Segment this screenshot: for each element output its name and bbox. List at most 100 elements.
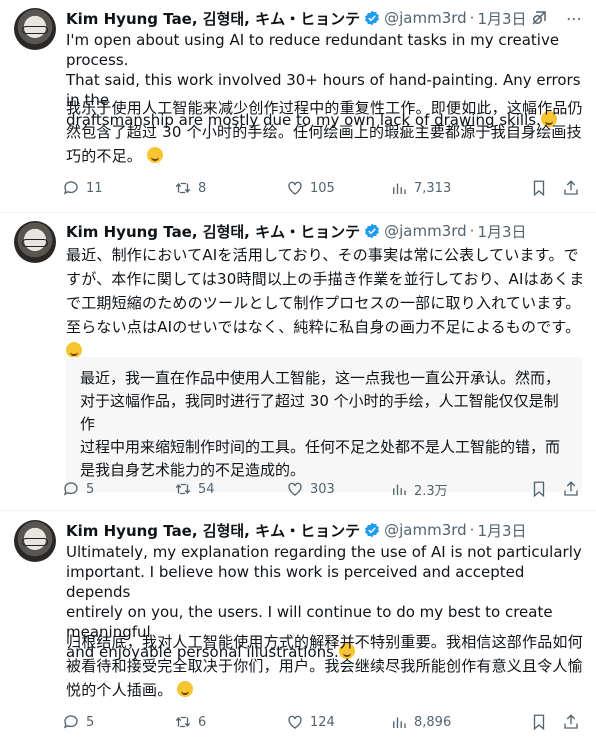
reply-icon [63,715,78,729]
verified-icon [365,522,380,538]
repost-button[interactable]: 8 [174,179,206,197]
view-count: 7,313 [414,180,452,196]
author-name[interactable]: Kim Hyung Tae, 김형태, キム・ヒョンテ [66,221,360,242]
text-line: 过程中用来缩短制作时间的工具。任何不足之处都不是人工智能的错，而 [80,438,561,456]
avatar[interactable] [14,8,56,50]
text-line: 然包含了超过 30 个小时的手绘。任何绘画上的瑕疵主要都源于我自身绘画技 [66,123,582,141]
tweet-actions: 11 8 105 7,313 [62,178,582,198]
text-line: 最近，我一直在作品中使用人工智能，这一点我也一直公开承认。然而， [80,369,561,387]
text-line: 被看待和接受完全取决于你们，用户。我会继续尽我所能创作有意义且令人愉 [66,657,583,675]
like-button[interactable]: 124 [286,713,335,731]
heart-icon [288,482,302,496]
views-icon [393,717,406,728]
heart-icon [288,181,302,195]
like-count: 105 [310,180,335,196]
tweet-header-icons: ⋯ [530,8,582,28]
smile-emoji-icon [66,342,82,358]
text-line: すが、本作に関しては30時間以上の手描き作業を並行しており、AIはあくま [66,270,585,288]
smile-emoji-icon [146,147,163,163]
share-button[interactable] [562,480,580,498]
text-line: 对于这幅作品，我同时进行了超过 30 个小时的手绘，人工智能仅仅是制作 [80,392,559,433]
view-count: 2.3万 [414,483,448,499]
author-name[interactable]: Kim Hyung Tae, 김형태, キム・ヒョンテ [66,520,360,541]
grok-icon[interactable] [530,9,548,27]
like-button[interactable]: 105 [286,179,335,197]
tweet-text: 最近、制作においてAIを活用しており、その事実は常に公表しています。で すが、本… [66,243,586,363]
text-line: で工期短縮のためのツールとして制作プロセスの一部に取り入れています。 [66,294,581,312]
bookmark-button[interactable] [530,713,548,731]
tweet[interactable]: Kim Hyung Tae, 김형태, キム・ヒョンテ @jamm3rd · 1… [0,512,596,741]
verified-icon [365,223,380,239]
reply-button[interactable]: 11 [62,179,103,197]
reply-icon [63,482,78,496]
separator-dot: · [469,9,475,27]
laugh-emoji-icon [177,681,194,697]
tweet-date[interactable]: 1月3日 [477,221,526,242]
author-handle[interactable]: @jamm3rd [384,9,467,27]
separator-dot: · [469,222,475,240]
bookmark-icon [533,180,545,197]
tweet-date[interactable]: 1月3日 [477,520,526,541]
text-line: 归根结底，我对人工智能使用方式的解释并不特别重要。我相信这部作品如何 [66,633,583,651]
more-icon[interactable]: ⋯ [566,9,582,28]
repost-icon [175,182,191,194]
author-name[interactable]: Kim Hyung Tae, 김형태, キム・ヒョンテ [66,8,360,29]
tweet-actions: 5 6 124 8,896 [62,712,582,732]
tweet-header: Kim Hyung Tae, 김형태, キム・ヒョンテ @jamm3rd · 1… [66,221,527,241]
views-button[interactable]: 8,896 [390,713,451,731]
bookmark-button[interactable] [530,179,548,197]
tweet-header: Kim Hyung Tae, 김형태, キム・ヒョンテ @jamm3rd · 1… [66,520,527,540]
like-button[interactable]: 303 [286,480,335,498]
reply-icon [63,181,78,195]
repost-button[interactable]: 54 [174,480,215,498]
like-count: 124 [310,714,335,730]
bookmark-button[interactable] [530,480,548,498]
tweet[interactable]: Kim Hyung Tae, 김형태, キム・ヒョンテ @jamm3rd · 1… [0,213,596,503]
tweet-date[interactable]: 1月3日 [477,8,526,29]
reply-button[interactable]: 5 [62,713,94,731]
reply-count: 5 [86,714,95,730]
verified-icon [365,10,380,26]
author-handle[interactable]: @jamm3rd [384,222,467,240]
text-line: 我乐于使用人工智能来减少创作过程中的重复性工作。即便如此，这幅作品仍 [66,99,583,117]
text-line: 巧的不足。 [66,144,586,168]
avatar[interactable] [14,520,56,562]
translation-box: 最近，我一直在作品中使用人工智能，这一点我也一直公开承认。然而， 对于这幅作品，… [66,357,582,492]
avatar[interactable] [14,221,56,263]
share-button[interactable] [562,179,580,197]
text-line: 至らない点はAIのせいではなく、純粋に私自身の画力不足によるものです。 [66,315,586,363]
bookmark-icon [533,714,545,731]
repost-count: 8 [198,180,207,196]
tweet-actions: 5 54 303 2.3万 [62,479,582,499]
reply-count: 11 [86,180,103,196]
share-icon [564,481,578,496]
views-icon [393,183,406,194]
tweet-translation: 我乐于使用人工智能来减少创作过程中的重复性工作。即便如此，这幅作品仍 然包含了超… [66,96,586,168]
text-line: 最近、制作においてAIを活用しており、その事実は常に公表しています。で [66,246,579,264]
tweet[interactable]: Kim Hyung Tae, 김형태, キム・ヒョンテ @jamm3rd · 1… [0,0,596,210]
views-button[interactable]: 2.3万 [390,480,448,499]
author-handle[interactable]: @jamm3rd [384,521,467,539]
repost-button[interactable]: 6 [174,713,206,731]
tweet-header: Kim Hyung Tae, 김형태, キム・ヒョンテ @jamm3rd · 1… [66,8,527,28]
text-line: 悦的个人插画。 [66,678,586,702]
repost-count: 54 [198,481,215,497]
text-line: I'm open about using AI to reduce redund… [66,31,560,69]
tweet-divider [0,510,596,511]
separator-dot: · [469,521,475,539]
views-icon [393,484,406,495]
view-count: 8,896 [414,714,452,730]
tweet-translation: 归根结底，我对人工智能使用方式的解释并不特别重要。我相信这部作品如何 被看待和接… [66,630,586,702]
like-count: 303 [310,481,335,497]
text-line: important. I believe how this work is pe… [66,563,525,601]
reply-button[interactable]: 5 [62,480,94,498]
text-line: Ultimately, my explanation regarding the… [66,543,582,561]
views-button[interactable]: 7,313 [390,179,451,197]
heart-icon [288,715,302,729]
share-icon [564,180,578,195]
repost-icon [175,483,191,495]
repost-count: 6 [198,714,207,730]
bookmark-icon [533,481,545,498]
share-button[interactable] [562,713,580,731]
reply-count: 5 [86,481,95,497]
